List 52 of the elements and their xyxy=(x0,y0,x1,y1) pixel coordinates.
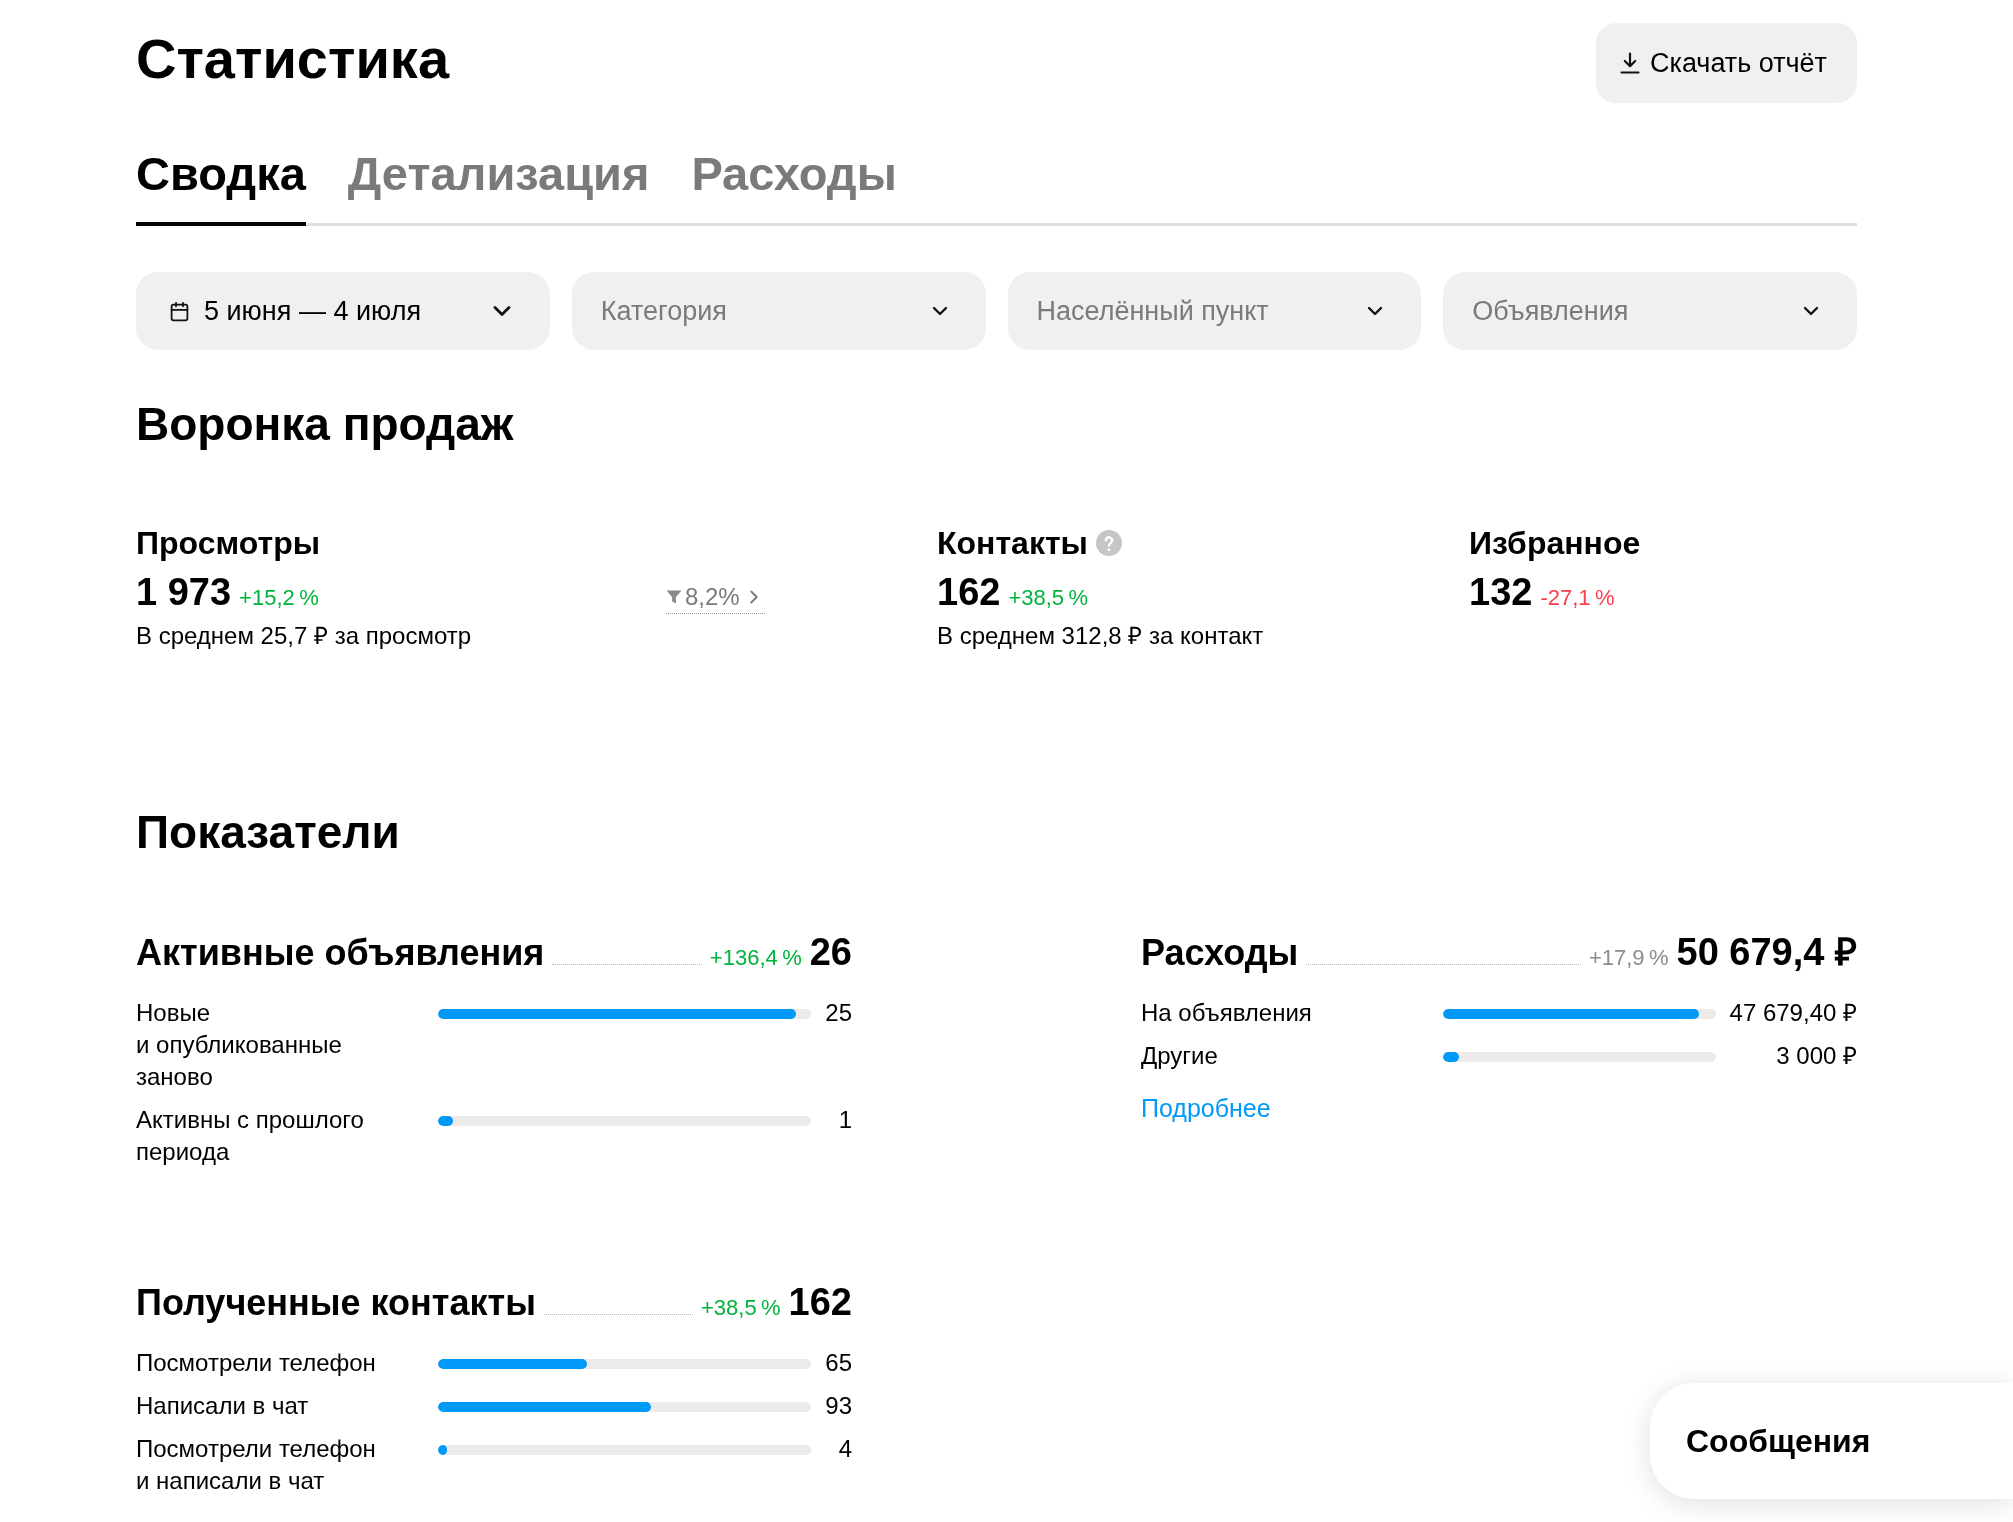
row-value: 25 xyxy=(825,998,852,1028)
section-heading: Показатели xyxy=(136,805,400,860)
change-percent: +17,9 % xyxy=(1588,944,1669,972)
change-percent: +136,4 % xyxy=(709,944,802,972)
change-percent: +38,5 % xyxy=(1008,584,1089,612)
total-value: 26 xyxy=(809,930,852,974)
row-value: 65 xyxy=(825,1348,852,1378)
group-title: Активные объявления xyxy=(136,931,545,975)
row-label: Другие xyxy=(1141,1041,1218,1071)
row-label: Посмотрели телефон xyxy=(136,1348,376,1378)
download-icon xyxy=(1620,52,1640,74)
metric-note: В среднем 312,8 ₽ за контакт xyxy=(937,621,1264,651)
change-percent: -27,1 % xyxy=(1540,584,1615,612)
metric-value: 162 xyxy=(937,570,1001,615)
change-percent: +15,2 % xyxy=(239,584,319,612)
tab[interactable]: Детализация xyxy=(347,146,650,226)
metric-note: В среднем 25,7 ₽ за просмотр xyxy=(136,621,472,651)
row-value: 3 000 ₽ xyxy=(1776,1041,1857,1071)
group-title: Расходы xyxy=(1141,931,1299,975)
tab[interactable]: Сводка xyxy=(136,146,306,226)
download-report-button[interactable]: Скачать отчёт xyxy=(1596,23,1857,103)
total-value: 162 xyxy=(788,1280,852,1324)
total-value: 50 679,4 ₽ xyxy=(1676,930,1857,974)
row-label: Посмотрели телефон и написали в чат xyxy=(136,1434,377,1496)
metric-value: 1 973 xyxy=(136,570,232,615)
filter-select[interactable]: Населённый пункт xyxy=(1007,272,1422,350)
row-value: 47 679,40 ₽ xyxy=(1729,998,1857,1028)
filter-select[interactable]: Объявления xyxy=(1443,272,1857,350)
row-value: 1 xyxy=(838,1105,852,1135)
metric-title: Контакты xyxy=(937,524,1088,563)
calendar-icon xyxy=(169,300,190,322)
page-title: Статистика xyxy=(136,26,450,92)
conversion-link[interactable]: 8,2% xyxy=(666,582,765,614)
details-link[interactable]: Подробнее xyxy=(1141,1092,1271,1124)
metric-title: Просмотры xyxy=(136,524,320,563)
messages-tab[interactable]: Сообщения xyxy=(1650,1383,2013,1499)
section-heading: Воронка продаж xyxy=(136,397,514,452)
date-filter[interactable]: 5 июня — 4 июля xyxy=(136,272,550,350)
row-label: Новые и опубликованные заново xyxy=(136,998,343,1092)
row-value: 93 xyxy=(825,1391,852,1421)
group-title: Полученные контакты xyxy=(136,1281,536,1325)
row-label: На объявления xyxy=(1141,998,1312,1028)
metric-value: 132 xyxy=(1469,570,1533,615)
tab[interactable]: Расходы xyxy=(691,146,897,226)
help-icon[interactable] xyxy=(1095,530,1122,556)
change-percent: +38,5 % xyxy=(700,1294,781,1322)
filter-select[interactable]: Категория xyxy=(571,272,986,350)
metric-title: Избранное xyxy=(1469,524,1641,563)
row-label: Написали в чат xyxy=(136,1391,309,1421)
funnel-icon xyxy=(666,589,682,605)
row-label: Активны с прошлого периода xyxy=(136,1105,365,1167)
row-value: 4 xyxy=(838,1434,852,1464)
